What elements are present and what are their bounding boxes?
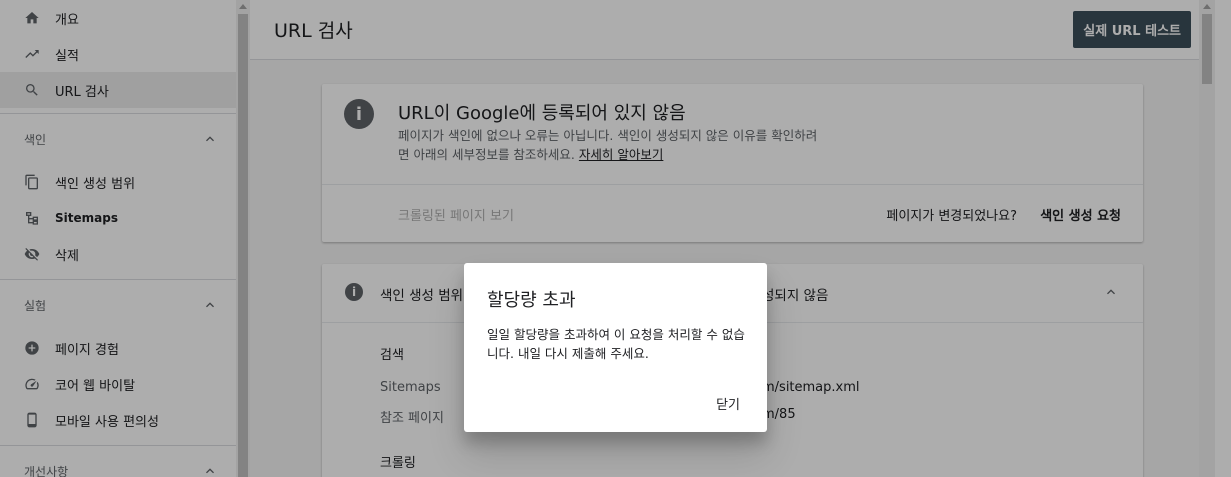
dialog-close-button[interactable]: 닫기 [712, 392, 744, 415]
dialog-title: 할당량 초과 [487, 290, 576, 311]
dialog-message: 일일 할당량을 초과하여 이 요청을 처리할 수 없습니다. 내일 다시 제출해… [487, 327, 745, 361]
quota-exceeded-dialog: 할당량 초과 일일 할당량을 초과하여 이 요청을 처리할 수 없습니다. 내일… [464, 263, 767, 432]
